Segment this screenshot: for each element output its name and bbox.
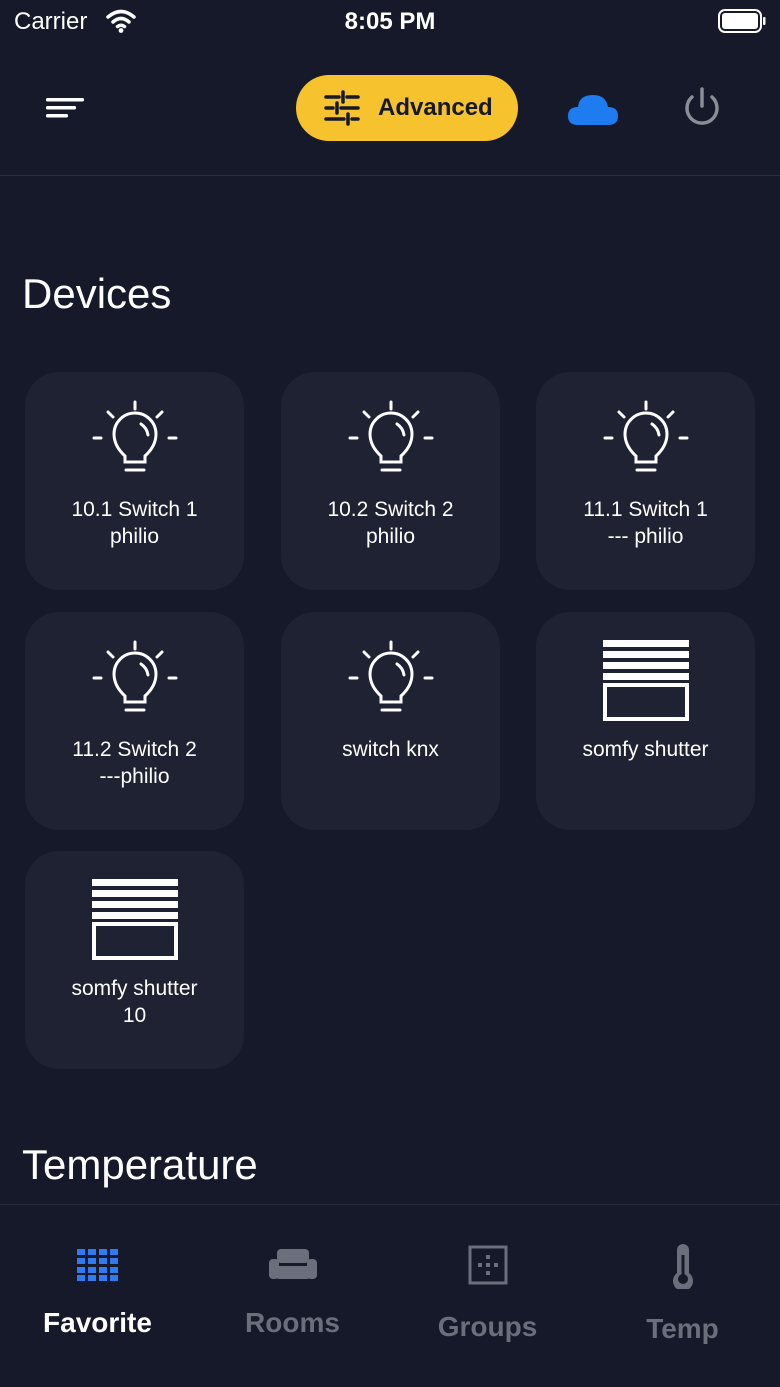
tab-rooms-label: Rooms — [245, 1307, 340, 1338]
thermometer-icon — [672, 1244, 693, 1289]
status-bar: Carrier 8:05 PM — [0, 0, 780, 44]
tab-favorite-label: Favorite — [43, 1307, 152, 1338]
device-label: switch knx — [342, 738, 439, 761]
device-tile[interactable]: 10.2 Switch 2 philio — [281, 372, 500, 590]
tab-temp-label: Temp — [646, 1313, 719, 1344]
tab-temp[interactable]: Temp — [585, 1205, 780, 1387]
device-label: 10.2 Switch 2 philio — [327, 498, 454, 548]
device-label: 11.1 Switch 1 --- philio — [583, 498, 708, 548]
lightbulb-icon — [603, 400, 688, 472]
device-label: 10.1 Switch 1 philio — [71, 498, 198, 548]
device-label: somfy shutter — [582, 738, 709, 761]
device-tile[interactable]: 11.1 Switch 1 --- philio — [536, 372, 755, 590]
device-tile[interactable]: somfy shutter — [536, 612, 755, 830]
groups-icon — [468, 1245, 507, 1285]
lightbulb-icon — [92, 400, 177, 472]
device-tile[interactable]: 10.1 Switch 1 philio — [25, 372, 244, 590]
lightbulb-icon — [348, 400, 433, 472]
tab-groups-label: Groups — [437, 1311, 538, 1342]
tab-favorite[interactable]: Favorite — [0, 1205, 195, 1387]
tab-bar: Favorite Rooms Groups Temp — [0, 1204, 780, 1387]
shutter-icon — [91, 879, 178, 960]
sofa-icon — [268, 1249, 317, 1279]
device-tile[interactable]: switch knx — [281, 612, 500, 830]
app-header: Advanced — [0, 44, 780, 176]
device-label: somfy shutter 10 — [71, 977, 198, 1027]
tab-rooms[interactable]: Rooms — [195, 1205, 390, 1387]
menu-icon[interactable] — [40, 90, 88, 126]
cloud-icon[interactable] — [566, 91, 620, 127]
advanced-label: Advanced — [378, 94, 493, 121]
tab-groups[interactable]: Groups — [390, 1205, 585, 1387]
lightbulb-icon — [348, 640, 433, 712]
clock: 8:05 PM — [344, 8, 436, 35]
device-tile[interactable]: somfy shutter 10 — [25, 851, 244, 1069]
devices-title: Devices — [22, 270, 172, 317]
shutter-icon — [602, 640, 689, 721]
grid-icon — [76, 1249, 118, 1281]
temperature-title: Temperature — [22, 1141, 258, 1188]
device-label: 11.2 Switch 2 ---philio — [72, 738, 197, 788]
device-tile[interactable]: 11.2 Switch 2 ---philio — [25, 612, 244, 830]
sliders-icon — [324, 90, 360, 126]
lightbulb-icon — [92, 640, 177, 712]
advanced-button[interactable]: Advanced — [296, 75, 518, 141]
power-icon[interactable] — [680, 86, 724, 130]
battery-icon — [718, 9, 766, 33]
